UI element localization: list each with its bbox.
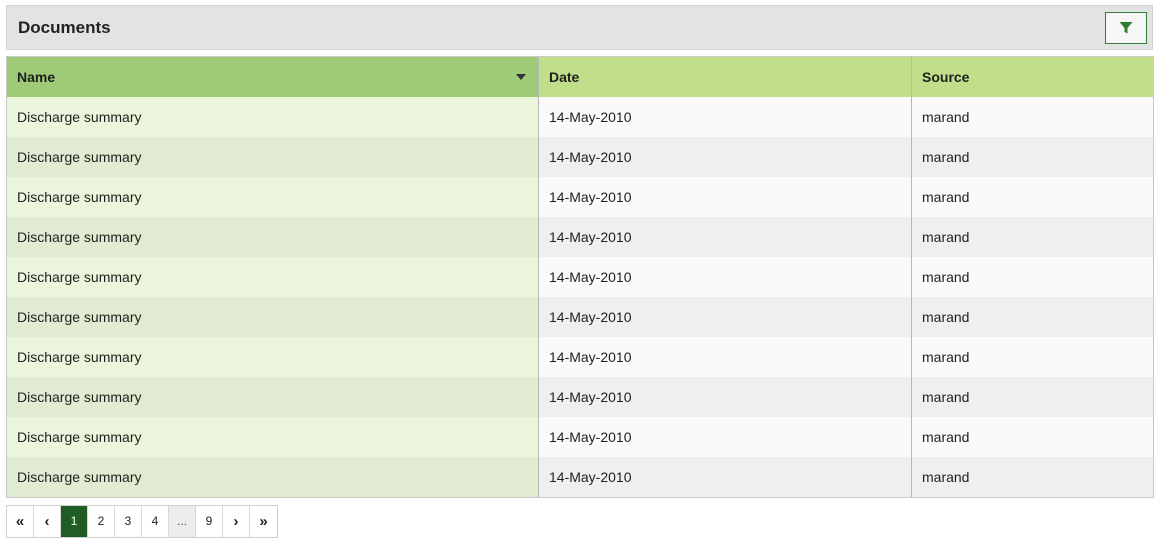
first-page-button[interactable]: « (7, 506, 34, 537)
cell-date: 14-May-2010 (539, 337, 912, 377)
table-row[interactable]: Discharge summary 14-May-2010 marand (7, 257, 1153, 297)
cell-source: marand (912, 137, 1153, 177)
cell-source: marand (912, 177, 1153, 217)
column-header-label: Date (549, 69, 580, 85)
filter-icon (1119, 22, 1133, 34)
cell-name: Discharge summary (7, 217, 539, 257)
cell-date: 14-May-2010 (539, 297, 912, 337)
page-button-3[interactable]: 3 (115, 506, 142, 537)
previous-page-button[interactable]: ‹ (34, 506, 61, 537)
cell-source: marand (912, 377, 1153, 417)
page-button-4[interactable]: 4 (142, 506, 169, 537)
cell-date: 14-May-2010 (539, 257, 912, 297)
cell-source: marand (912, 457, 1153, 497)
cell-date: 14-May-2010 (539, 97, 912, 137)
table-row[interactable]: Discharge summary 14-May-2010 marand (7, 97, 1153, 137)
table-header-row: Name Date Source (7, 57, 1153, 97)
cell-name: Discharge summary (7, 297, 539, 337)
page-button-1[interactable]: 1 (61, 506, 88, 537)
documents-table: Name Date Source Discharge summary 14-Ma… (6, 56, 1154, 498)
cell-name: Discharge summary (7, 377, 539, 417)
cell-date: 14-May-2010 (539, 457, 912, 497)
page-ellipsis: ... (169, 506, 196, 537)
column-header-date[interactable]: Date (539, 57, 912, 97)
cell-name: Discharge summary (7, 177, 539, 217)
table-row[interactable]: Discharge summary 14-May-2010 marand (7, 377, 1153, 417)
column-header-name[interactable]: Name (7, 57, 539, 97)
cell-date: 14-May-2010 (539, 177, 912, 217)
cell-source: marand (912, 297, 1153, 337)
cell-source: marand (912, 97, 1153, 137)
cell-date: 14-May-2010 (539, 417, 912, 457)
page-button-9[interactable]: 9 (196, 506, 223, 537)
sort-caret-icon[interactable] (516, 74, 526, 80)
cell-date: 14-May-2010 (539, 217, 912, 257)
table-row[interactable]: Discharge summary 14-May-2010 marand (7, 177, 1153, 217)
cell-source: marand (912, 337, 1153, 377)
filter-button[interactable] (1105, 12, 1147, 44)
cell-date: 14-May-2010 (539, 137, 912, 177)
last-page-button[interactable]: » (250, 506, 277, 537)
cell-date: 14-May-2010 (539, 377, 912, 417)
column-header-label: Name (17, 69, 56, 85)
page-button-2[interactable]: 2 (88, 506, 115, 537)
cell-name: Discharge summary (7, 97, 539, 137)
table-row[interactable]: Discharge summary 14-May-2010 marand (7, 457, 1153, 497)
table-row[interactable]: Discharge summary 14-May-2010 marand (7, 337, 1153, 377)
cell-name: Discharge summary (7, 257, 539, 297)
table-row[interactable]: Discharge summary 14-May-2010 marand (7, 297, 1153, 337)
column-header-label: Source (922, 69, 970, 85)
cell-source: marand (912, 257, 1153, 297)
cell-name: Discharge summary (7, 337, 539, 377)
cell-name: Discharge summary (7, 417, 539, 457)
pagination: « ‹ 1 2 3 4 ... 9 › » (6, 505, 278, 538)
column-header-source[interactable]: Source (912, 57, 1153, 97)
cell-source: marand (912, 417, 1153, 457)
panel-title: Documents (18, 18, 111, 37)
next-page-button[interactable]: › (223, 506, 250, 537)
table-row[interactable]: Discharge summary 14-May-2010 marand (7, 137, 1153, 177)
cell-name: Discharge summary (7, 137, 539, 177)
cell-source: marand (912, 217, 1153, 257)
table-row[interactable]: Discharge summary 14-May-2010 marand (7, 417, 1153, 457)
table-row[interactable]: Discharge summary 14-May-2010 marand (7, 217, 1153, 257)
cell-name: Discharge summary (7, 457, 539, 497)
panel-header: Documents (6, 5, 1153, 50)
